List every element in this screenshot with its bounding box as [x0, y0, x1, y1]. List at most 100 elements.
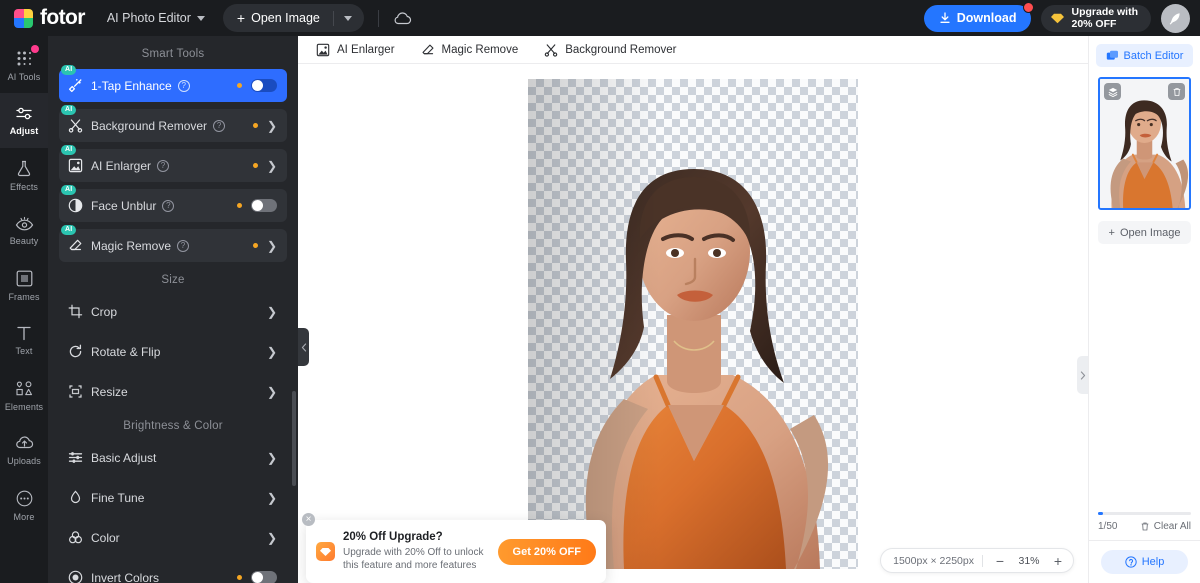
tool-controls	[237, 79, 277, 92]
clear-all-button[interactable]: Clear All	[1140, 521, 1191, 532]
chevron-right-icon[interactable]: ❯	[267, 532, 277, 544]
ai-badge: AI	[61, 65, 77, 75]
enhance-toggle[interactable]	[251, 79, 277, 92]
tool-row-face-unblur[interactable]: AI Face Unblur ?	[59, 185, 287, 222]
help-icon[interactable]: ?	[157, 159, 170, 172]
sidebar-item-more[interactable]: More	[0, 478, 48, 533]
chevron-right-icon[interactable]: ❯	[267, 120, 277, 132]
avatar[interactable]	[1161, 3, 1190, 33]
tool-controls: ❯	[267, 532, 277, 544]
layers-icon[interactable]	[1104, 83, 1121, 100]
tool-row-color[interactable]: Color ❯	[59, 521, 287, 554]
open-image-button-right[interactable]: + Open Image	[1098, 221, 1191, 244]
batch-editor-label: Batch Editor	[1123, 49, 1184, 62]
fotor-logo-icon	[14, 8, 33, 28]
sidebar-item-uploads[interactable]: Uploads	[0, 423, 48, 478]
ai-badge: AI	[61, 145, 77, 155]
face-unblur-toggle[interactable]	[251, 199, 277, 212]
section-title-brightness-color: Brightness & Color	[123, 420, 223, 432]
chevron-down-icon	[343, 15, 352, 21]
help-button[interactable]: Help	[1101, 550, 1188, 574]
batch-editor-button[interactable]: Batch Editor	[1096, 44, 1193, 67]
close-icon[interactable]: ×	[302, 513, 315, 526]
sidebar-item-beauty[interactable]: Beauty	[0, 203, 48, 258]
sidebar-item-text[interactable]: Text	[0, 313, 48, 368]
tab-background-remover[interactable]: Background Remover	[544, 43, 676, 57]
chevron-right-icon[interactable]: ❯	[267, 240, 277, 252]
tool-row-crop[interactable]: Crop ❯	[59, 295, 287, 328]
tool-row-invert-colors[interactable]: Invert Colors	[59, 561, 287, 583]
delete-icon[interactable]	[1168, 83, 1185, 100]
tool-row-1-tap-enhance[interactable]: AI 1-Tap Enhance ?	[59, 65, 287, 102]
tools-panel: Smart Tools AI 1-Tap Enhance ? AI Backgr…	[48, 36, 298, 583]
tool-label: Color	[91, 530, 120, 545]
sidebar-label: Elements	[4, 401, 44, 412]
photo-canvas[interactable]: fotor	[528, 79, 858, 569]
canvas-stage[interactable]: fotor 1500px × 2250px − 31% + ×	[298, 64, 1088, 583]
help-circle-icon	[1125, 556, 1137, 568]
tool-label: Face Unblur	[91, 198, 157, 213]
collapse-tools-panel-button[interactable]	[298, 328, 309, 366]
get-discount-button[interactable]: Get 20% OFF	[497, 538, 596, 565]
sidebar-item-elements[interactable]: Elements	[0, 368, 48, 423]
batch-count: 1/50	[1098, 521, 1118, 532]
tool-row-resize[interactable]: Resize ❯	[59, 375, 287, 408]
grid-dots-icon	[17, 51, 31, 65]
sidebar-item-effects[interactable]: Effects	[0, 148, 48, 203]
tab-magic-remove[interactable]: Magic Remove	[421, 43, 518, 57]
help-icon[interactable]: ?	[177, 79, 190, 92]
help-icon[interactable]: ?	[162, 199, 175, 212]
tool-label: Crop	[91, 304, 118, 319]
divider	[982, 554, 983, 567]
zoom-in-button[interactable]: +	[1049, 552, 1067, 570]
sidebar-label: Effects	[9, 181, 39, 192]
mode-selector[interactable]: AI Photo Editor	[107, 11, 205, 25]
tools-scroll-container[interactable]: Smart Tools AI 1-Tap Enhance ? AI Backgr…	[48, 36, 298, 583]
tool-label: Resize	[91, 384, 128, 399]
left-rail: AI Tools Adjust Effects Beauty Frames Te…	[0, 36, 48, 583]
tools-panel-scrollbar[interactable]	[292, 391, 296, 486]
promo-title: 20% Off Upgrade?	[343, 531, 443, 543]
tool-row-fine-tune[interactable]: Fine Tune ❯	[59, 481, 287, 514]
upgrade-button[interactable]: Upgrade with 20% OFF	[1041, 4, 1151, 32]
sidebar-item-frames[interactable]: Frames	[0, 258, 48, 313]
tab-ai-enlarger[interactable]: AI Enlarger	[316, 43, 395, 57]
open-image-button[interactable]: + Open Image	[225, 4, 333, 32]
batch-layers-icon	[1106, 50, 1118, 60]
tool-label: 1-Tap Enhance	[91, 78, 172, 93]
tool-row-basic-adjust[interactable]: Basic Adjust ❯	[59, 441, 287, 474]
help-icon[interactable]: ?	[213, 119, 226, 132]
open-image-label: Open Image	[1119, 226, 1181, 239]
collapse-right-panel-button[interactable]	[1077, 356, 1088, 394]
tool-controls: ❯	[267, 386, 277, 398]
chevron-right-icon[interactable]: ❯	[267, 452, 277, 464]
chevron-right-icon[interactable]: ❯	[267, 306, 277, 318]
chevron-down-icon	[196, 15, 205, 21]
batch-meta: 1/50 Clear All	[1098, 521, 1191, 532]
download-button[interactable]: Download	[923, 1, 1035, 32]
promo-text: 20% Off Upgrade? Upgrade with 20% Off to…	[343, 531, 498, 572]
open-image-dropdown-button[interactable]	[334, 15, 362, 21]
zoom-out-button[interactable]: −	[991, 552, 1009, 570]
image-thumbnail[interactable]	[1098, 77, 1191, 210]
flask-icon	[17, 160, 31, 176]
brand-logo[interactable]: fotor	[14, 6, 85, 30]
feather-icon	[1169, 12, 1180, 24]
tool-row-rotate-flip[interactable]: Rotate & Flip ❯	[59, 335, 287, 368]
help-icon[interactable]: ?	[177, 239, 190, 252]
tool-label: Rotate & Flip	[91, 344, 161, 359]
tool-controls	[237, 199, 277, 212]
tool-row-background-remover[interactable]: AI Background Remover ? ❯	[59, 105, 287, 142]
chevron-left-icon	[301, 342, 306, 352]
invert-colors-toggle[interactable]	[251, 571, 277, 583]
tool-row-magic-remove[interactable]: AI Magic Remove ? ❯	[59, 225, 287, 262]
chevron-right-icon[interactable]: ❯	[267, 346, 277, 358]
sidebar-item-adjust[interactable]: Adjust	[0, 93, 48, 148]
sidebar-item-ai-tools[interactable]: AI Tools	[0, 38, 48, 93]
cloud-save-icon[interactable]	[393, 11, 412, 25]
section-title-smart-tools: Smart Tools	[141, 48, 205, 60]
chevron-right-icon[interactable]: ❯	[267, 386, 277, 398]
tool-row-ai-enlarger[interactable]: AI AI Enlarger ? ❯	[59, 145, 287, 182]
chevron-right-icon[interactable]: ❯	[267, 492, 277, 504]
chevron-right-icon[interactable]: ❯	[267, 160, 277, 172]
